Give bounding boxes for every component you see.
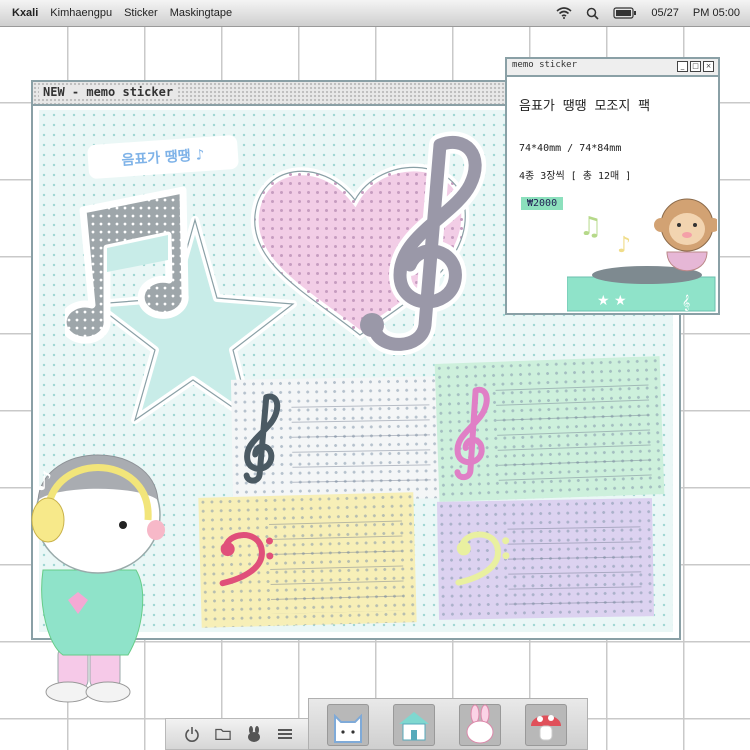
- treble-clef-icon: [243, 393, 281, 484]
- monkey-turntable-illustration: ♫ ♪ ★ ★ 𝄞: [567, 198, 717, 312]
- maximize-icon[interactable]: □: [690, 61, 701, 72]
- character-mascot: ♪: [31, 454, 165, 703]
- product-name: 음표가 땡땡 모조지 팩: [519, 99, 651, 114]
- memo-card-yellow: [198, 492, 417, 628]
- app-menu[interactable]: Kxali: [12, 7, 38, 19]
- bass-clef-pink-icon: [219, 532, 274, 587]
- battery-icon[interactable]: [613, 7, 637, 19]
- bass-clef-yellow-icon: [455, 531, 510, 586]
- close-icon[interactable]: ×: [703, 61, 714, 72]
- info-window-title: memo sticker: [512, 60, 578, 70]
- bunny-app-icon[interactable]: [459, 704, 501, 746]
- menu-item-maskingtape[interactable]: Maskingtape: [170, 7, 232, 19]
- search-icon[interactable]: [586, 7, 599, 20]
- memo-card-lavender: [436, 498, 655, 620]
- power-icon[interactable]: [184, 726, 200, 742]
- date-display: 05/27: [651, 7, 679, 19]
- menu-item-sticker[interactable]: Sticker: [124, 7, 158, 19]
- main-window-title: NEW - memo sticker: [39, 85, 178, 99]
- house-app-icon[interactable]: [393, 704, 435, 746]
- dock-apps: [308, 698, 588, 750]
- svg-text:𝄞: 𝄞: [682, 295, 690, 311]
- time-display: PM 05:00: [692, 7, 740, 19]
- dock-utilities: [165, 718, 310, 750]
- svg-text:♪: ♪: [36, 467, 53, 497]
- cat-app-icon[interactable]: [327, 704, 369, 746]
- memo-card-white: [230, 376, 442, 502]
- info-window: memo sticker _ □ × 음표가 땡땡 모조지 팩 74*40mm …: [505, 57, 720, 315]
- treble-clef-pink-icon: [454, 386, 490, 481]
- rabbit-icon[interactable]: [246, 726, 262, 742]
- menu-item-kimhaengpu[interactable]: Kimhaengpu: [50, 7, 112, 19]
- mushroom-app-icon[interactable]: [525, 704, 567, 746]
- svg-text:♪: ♪: [617, 233, 631, 258]
- svg-text:♫: ♫: [579, 212, 602, 242]
- svg-text:★ ★: ★ ★: [597, 293, 627, 309]
- product-sizes: 74*40mm / 74*84mm: [519, 143, 622, 154]
- info-window-titlebar[interactable]: memo sticker _ □ ×: [507, 59, 718, 77]
- product-count: 4종 3장씩 [ 총 12매 ]: [519, 171, 632, 182]
- memo-card-green: [434, 356, 665, 502]
- menu-bar: Kxali Kimhaengpu Sticker Maskingtape 05/…: [0, 0, 750, 27]
- heart-clef-sticker: [250, 131, 487, 355]
- minimize-icon[interactable]: _: [677, 61, 688, 72]
- folder-icon[interactable]: [215, 727, 231, 741]
- wifi-icon[interactable]: [556, 7, 572, 19]
- menu-icon[interactable]: [277, 728, 293, 740]
- price-badge: ₩2000: [521, 197, 564, 210]
